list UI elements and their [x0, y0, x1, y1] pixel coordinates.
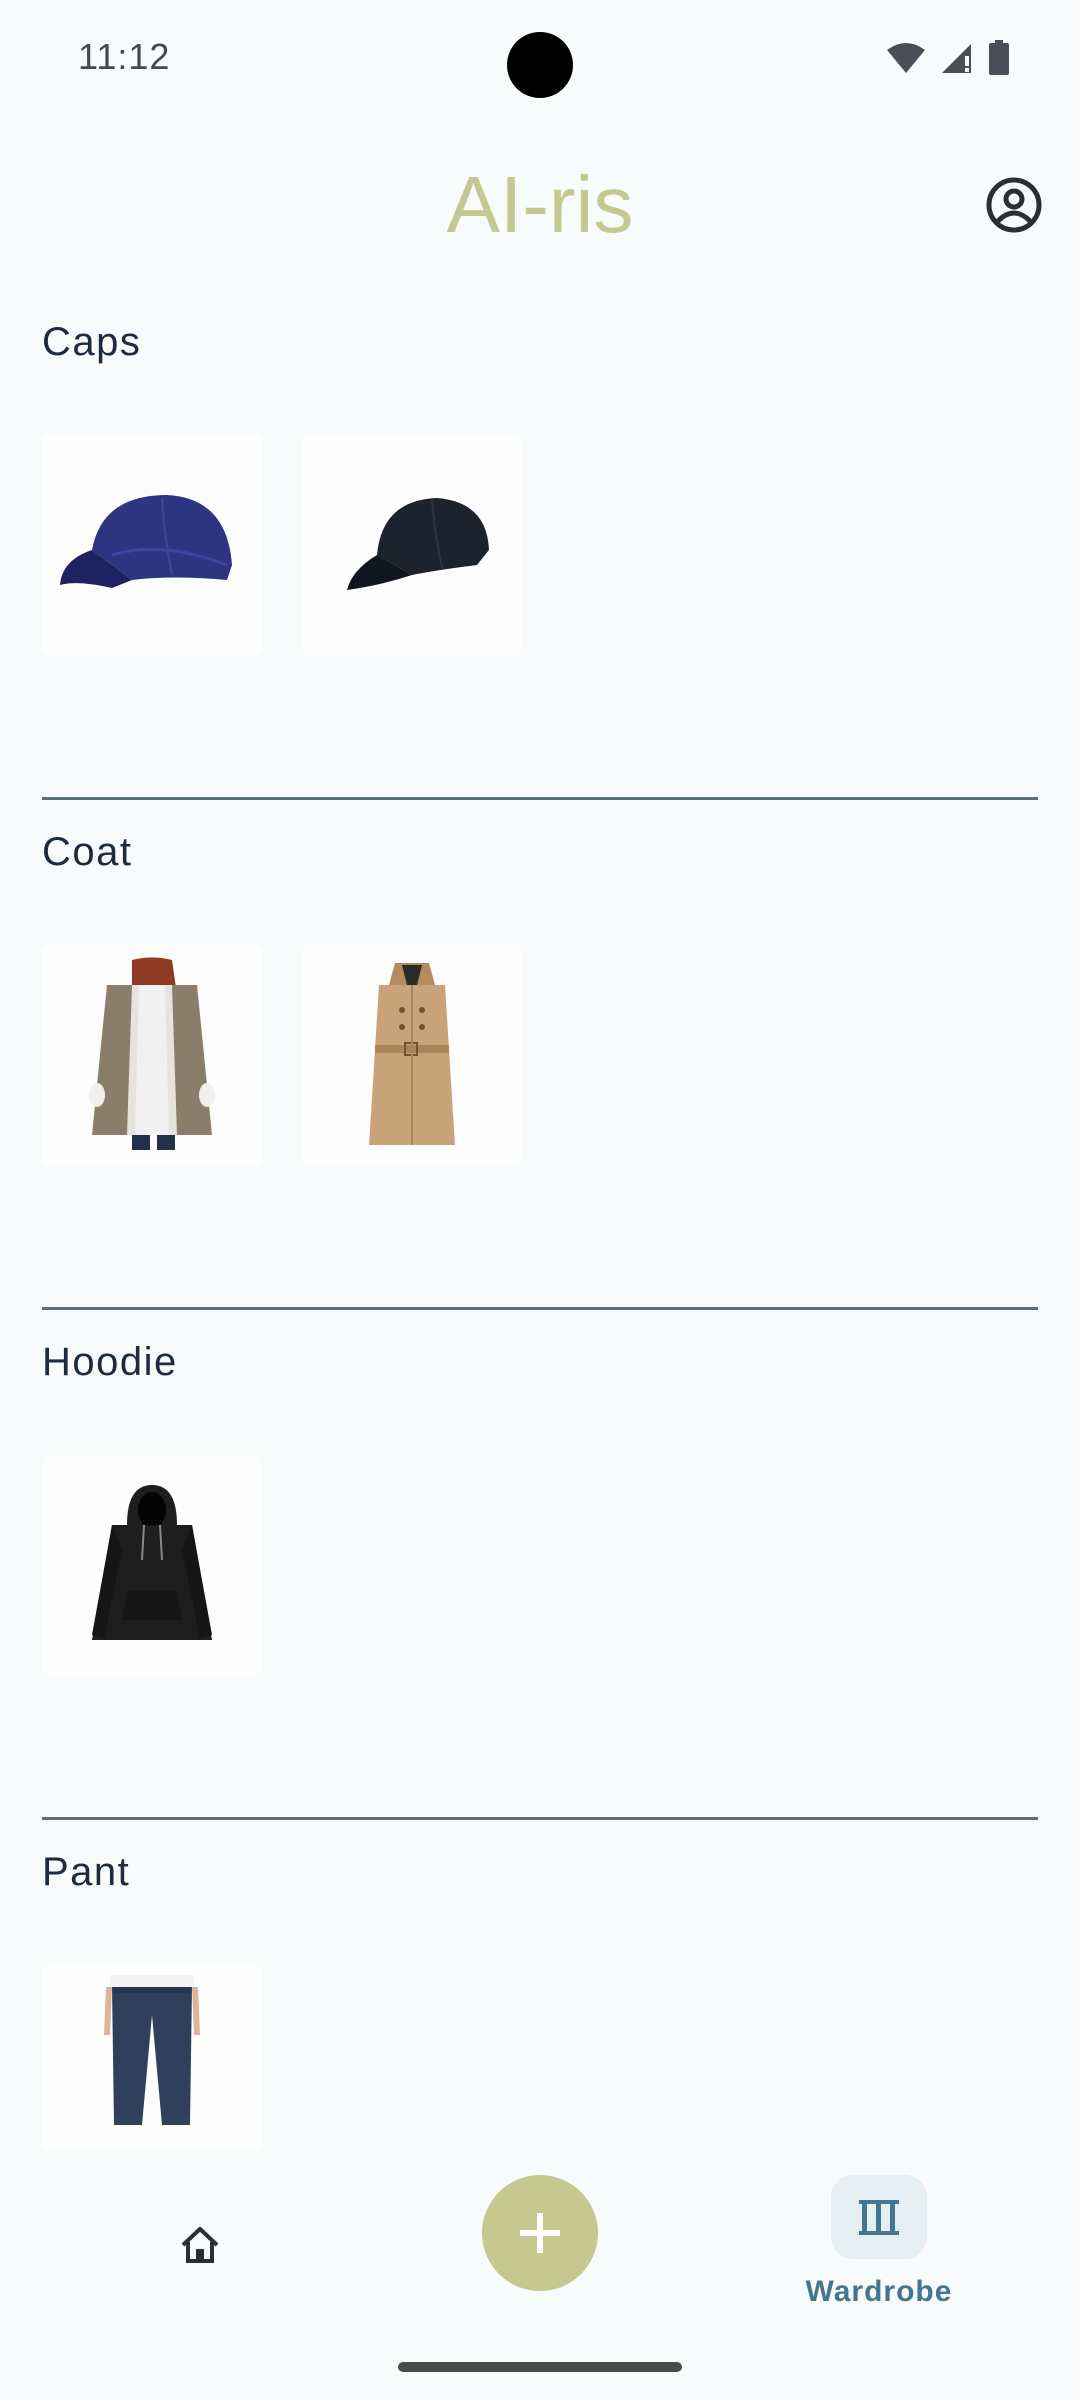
category-items — [42, 435, 522, 655]
camera-cutout — [507, 32, 573, 98]
category-section-pant: Pant — [0, 1820, 1080, 2150]
active-indicator — [831, 2175, 927, 2259]
category-items — [42, 1965, 262, 2150]
nav-wardrobe-label: Wardrobe — [805, 2275, 953, 2308]
shearling-coat-image[interactable] — [42, 945, 262, 1165]
category-title: Pant — [42, 1850, 131, 1894]
app-title: AI-ris — [446, 160, 634, 249]
category-section-caps: Caps — [0, 290, 1080, 800]
category-items — [42, 945, 522, 1165]
plus-icon — [520, 2213, 560, 2253]
black-cap-image[interactable] — [302, 435, 522, 655]
profile-button[interactable] — [984, 175, 1044, 235]
trench-coat-image[interactable] — [302, 945, 522, 1165]
battery-icon — [989, 40, 1009, 75]
status-bar: 11:12 — [0, 0, 1080, 116]
gesture-navigation-bar[interactable] — [398, 2362, 682, 2372]
navy-cap-image[interactable] — [42, 435, 262, 655]
signal-icon — [942, 44, 971, 73]
category-title: Coat — [42, 830, 133, 874]
status-icons — [886, 40, 1010, 76]
status-time: 11:12 — [78, 36, 171, 77]
wardrobe-list[interactable]: Caps Coat Hoodie Pant — [0, 290, 1080, 2150]
category-title: Caps — [42, 320, 142, 364]
top-app-bar: AI-ris — [0, 150, 1080, 260]
add-item-button[interactable] — [482, 2175, 598, 2291]
account-circle-icon — [986, 177, 1042, 233]
wardrobe-screen: 11:12 AI-ris Caps Coat Hoodie Pant Wardr… — [0, 0, 1080, 2400]
nav-wardrobe-tab[interactable]: Wardrobe — [800, 2175, 958, 2325]
home-icon — [181, 2227, 219, 2263]
black-hoodie-image[interactable] — [42, 1455, 262, 1675]
wifi-icon — [887, 43, 925, 73]
category-section-hoodie: Hoodie — [0, 1310, 1080, 1820]
category-section-coat: Coat — [0, 800, 1080, 1310]
category-items — [42, 1455, 262, 1675]
category-title: Hoodie — [42, 1340, 178, 1384]
wardrobe-icon — [859, 2200, 899, 2235]
nav-home-button[interactable] — [160, 2205, 240, 2285]
navy-pant-image[interactable] — [42, 1965, 262, 2150]
